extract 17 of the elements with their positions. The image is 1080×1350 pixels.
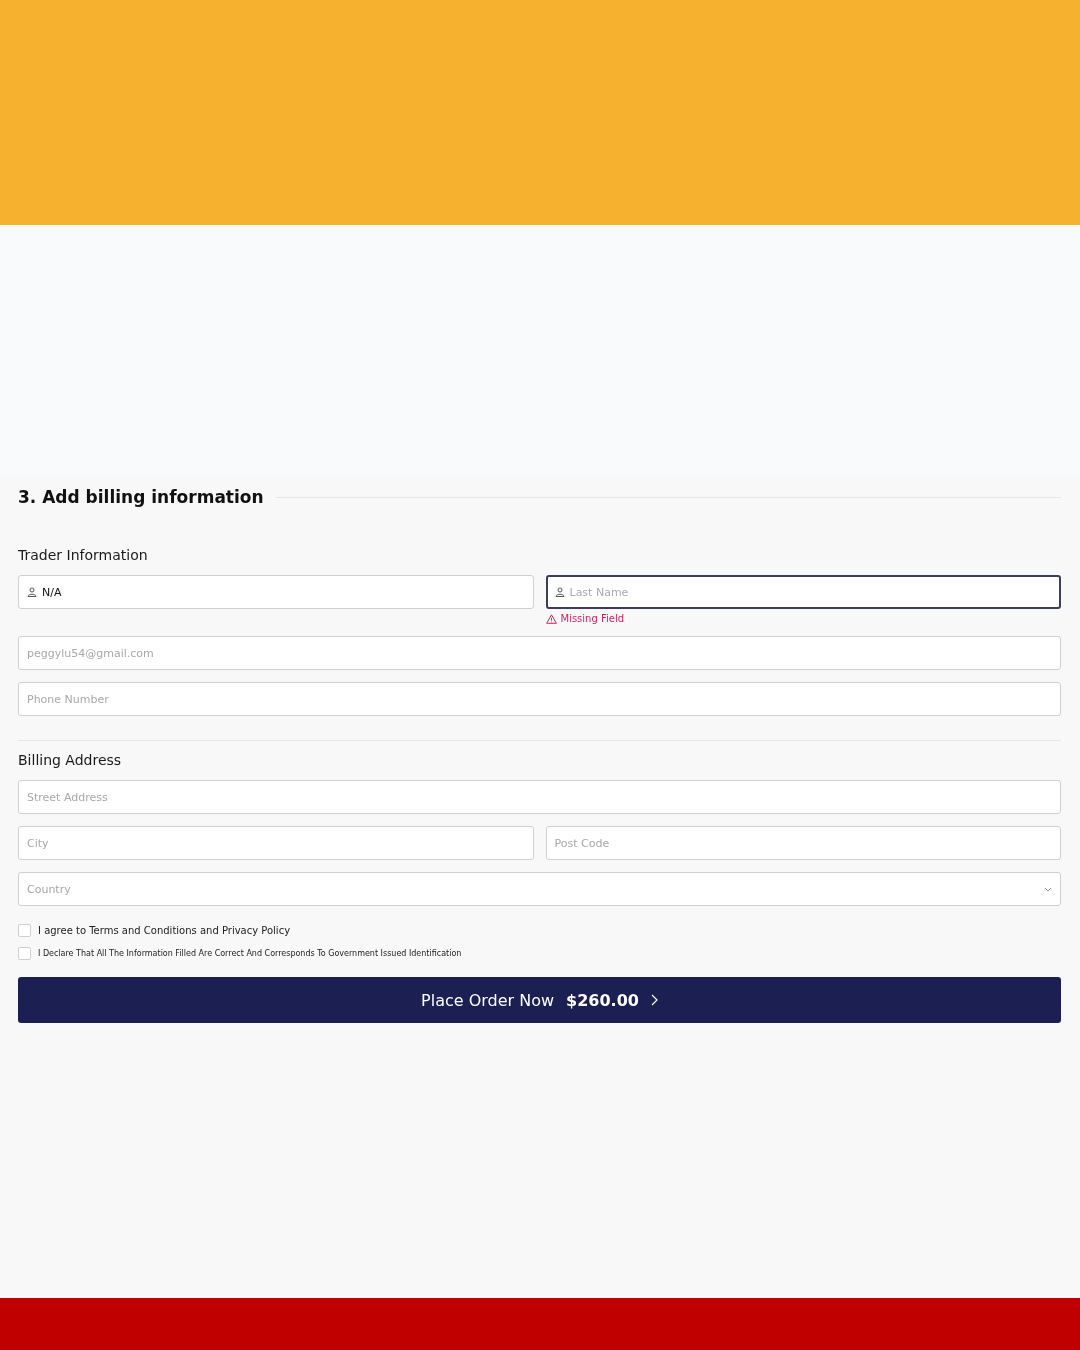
checkbox-label: I agree to Terms and Conditions and Privacy Policy — [38, 925, 291, 936]
error-message: Missing Field — [560, 613, 625, 624]
person-icon — [27, 587, 37, 597]
section-heading: Billing Address — [18, 752, 123, 768]
select-field[interactable]: Country — [18, 872, 1061, 906]
chevron-right-icon — [650, 994, 658, 1006]
section-heading: Trader Information — [18, 547, 149, 563]
checkbox-label: I Declare That All The Information Filled Are Correct And Corresponds To Government Issued Identification — [38, 949, 462, 958]
checkbox[interactable] — [18, 924, 31, 937]
checkbox[interactable] — [18, 947, 31, 960]
input-field[interactable]: N/A — [18, 575, 534, 609]
place-order-button[interactable]: Place Order Now $260.00 — [18, 977, 1061, 1023]
chevron-down-icon — [1044, 887, 1052, 892]
input-field[interactable]: Last Name — [545, 575, 1061, 609]
person-icon — [554, 587, 565, 597]
warning-icon — [545, 613, 557, 624]
section-title: 3. Add billing information — [18, 487, 264, 507]
